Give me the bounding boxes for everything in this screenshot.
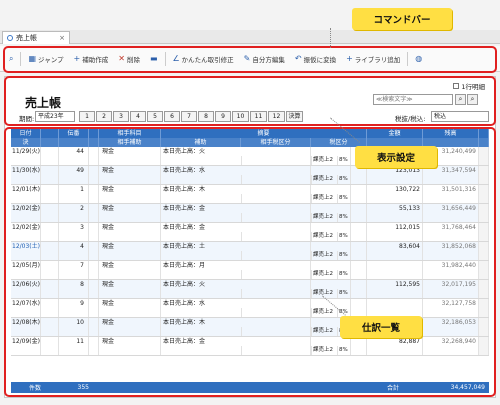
callout-display-settings: 表示設定	[355, 146, 437, 168]
app-window: 売上帳 × ⌕ ▦ ジャンプ + 補助作成 ✕ 削除 ▬ ∠ かんたん取引修正 ✎ 自分方編集 ↶ 振仮に…	[0, 0, 500, 405]
tab-label: 売上帳	[16, 34, 37, 42]
document-icon	[7, 35, 13, 41]
display-settings-highlight	[4, 76, 496, 126]
tab-uriagecho[interactable]: 売上帳 ×	[2, 31, 70, 44]
close-icon[interactable]: ×	[59, 34, 65, 42]
command-bar-highlight	[3, 46, 497, 73]
tab-bar: 売上帳 ×	[0, 30, 500, 44]
callout-journal-list: 仕訳一覧	[340, 316, 422, 338]
callout-command-bar: コマンドバー	[352, 8, 452, 30]
callout-connector	[330, 28, 331, 48]
